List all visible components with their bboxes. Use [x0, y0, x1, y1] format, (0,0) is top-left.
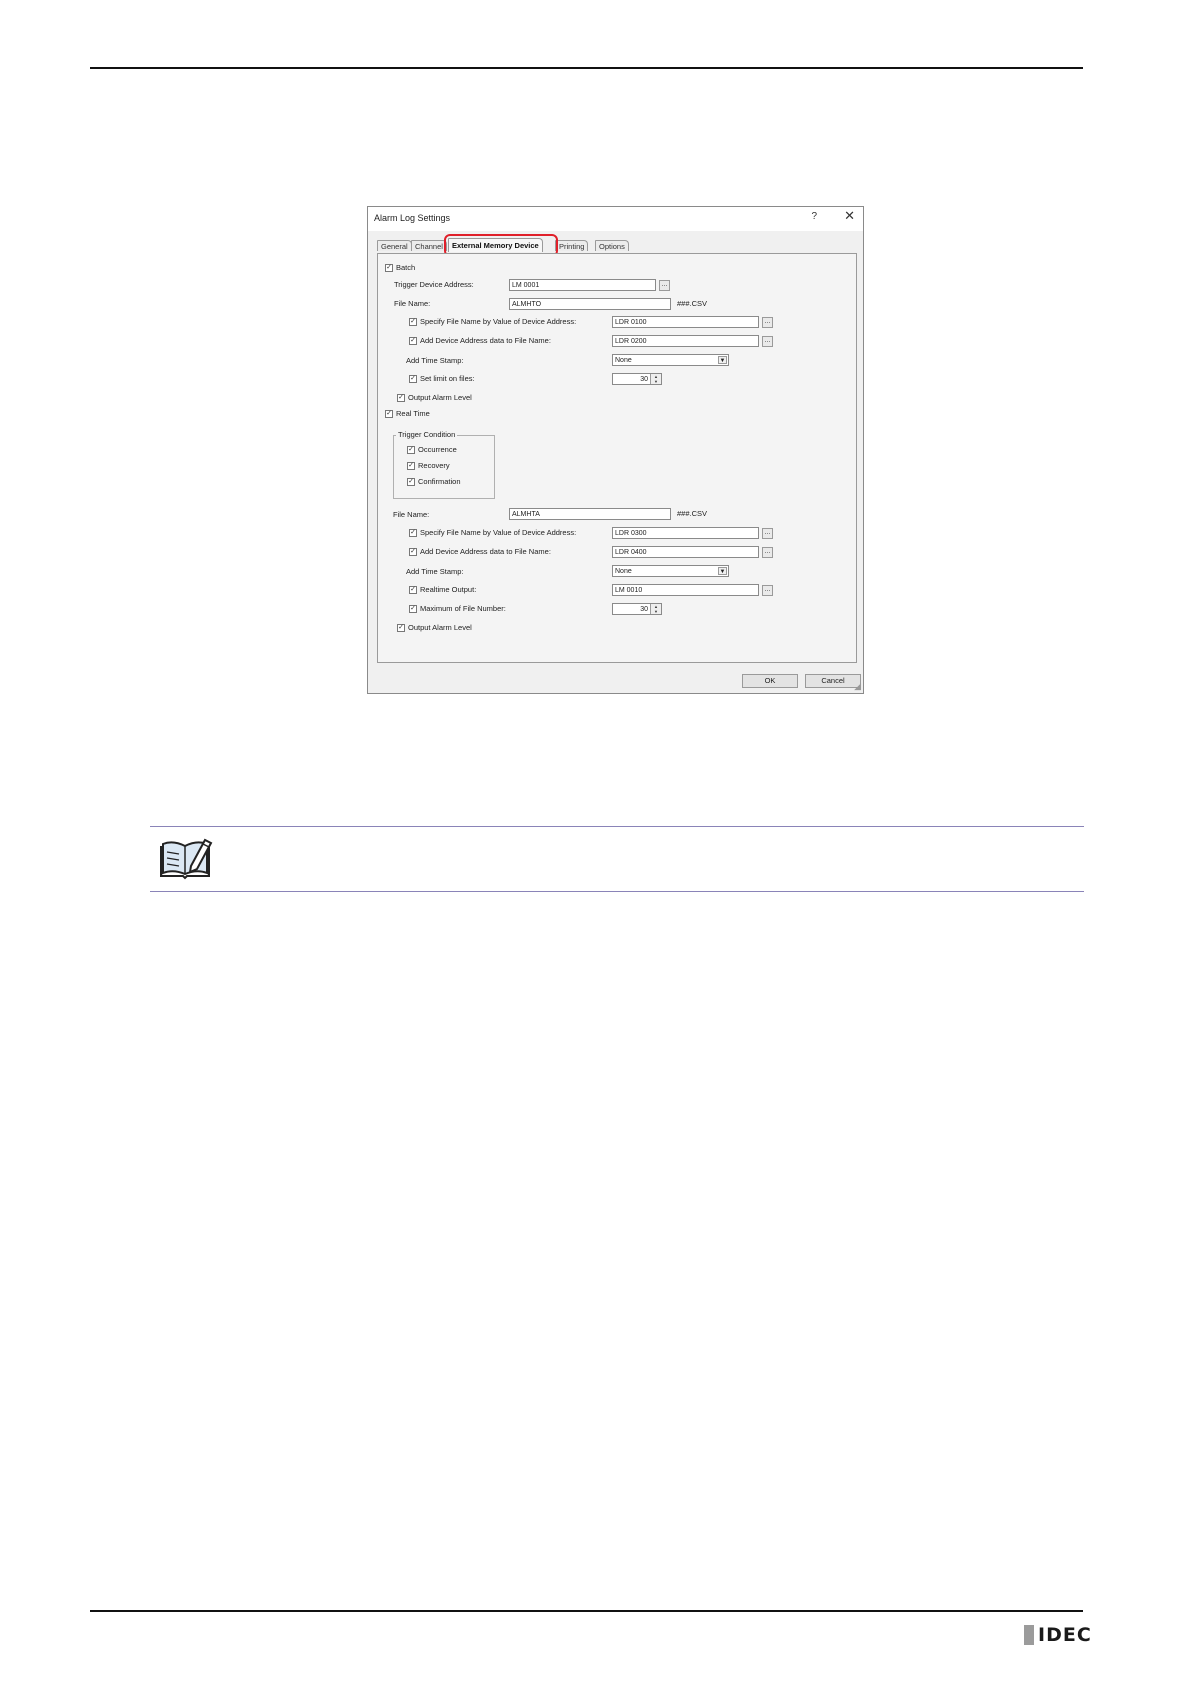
realtime-specify-browse-button[interactable]: ... — [762, 528, 773, 539]
realtime-time-stamp-select[interactable]: None ▼ — [612, 565, 729, 577]
batch-specify-label: Specify File Name by Value of Device Add… — [420, 317, 577, 326]
chevron-down-icon[interactable]: ▼ — [718, 567, 727, 575]
batch-file-suffix: ###.CSV — [677, 299, 708, 308]
batch-specify-browse-button[interactable]: ... — [762, 317, 773, 328]
help-button[interactable]: ? — [811, 211, 817, 222]
note-top-rule — [150, 826, 1084, 827]
batch-checkbox[interactable]: ✓ — [385, 264, 393, 272]
realtime-specify-input[interactable]: LDR 0300 — [612, 527, 759, 539]
note-pencil-icon — [160, 838, 213, 880]
realtime-output-checkbox[interactable]: ✓ — [409, 586, 417, 594]
chevron-down-icon[interactable]: ▼ — [718, 356, 727, 364]
realtime-output-input[interactable]: LM 0010 — [612, 584, 759, 596]
realtime-add-device-input[interactable]: LDR 0400 — [612, 546, 759, 558]
trigger-condition-title: Trigger Condition — [396, 430, 458, 440]
realtime-add-device-checkbox[interactable]: ✓ — [409, 548, 417, 556]
batch-label: Batch — [396, 263, 416, 272]
batch-limit-checkbox[interactable]: ✓ — [409, 375, 417, 383]
batch-output-level-checkbox[interactable]: ✓ — [397, 394, 405, 402]
occurrence-label: Occurrence — [418, 445, 457, 454]
realtime-checkbox[interactable]: ✓ — [385, 410, 393, 418]
dialog-title: Alarm Log Settings — [374, 213, 451, 223]
max-file-checkbox[interactable]: ✓ — [409, 605, 417, 613]
batch-add-device-checkbox[interactable]: ✓ — [409, 337, 417, 345]
trigger-device-label: Trigger Device Address: — [394, 280, 474, 289]
max-file-spinner[interactable]: 30 ▲ ▼ — [612, 603, 662, 615]
realtime-specify-checkbox[interactable]: ✓ — [409, 529, 417, 537]
realtime-time-stamp-label: Add Time Stamp: — [406, 567, 464, 576]
realtime-file-name-input[interactable]: ALMHTA — [509, 508, 671, 520]
batch-file-name-input[interactable]: ALMHTO — [509, 298, 671, 310]
batch-add-device-browse-button[interactable]: ... — [762, 336, 773, 347]
max-file-value: 30 — [640, 606, 648, 613]
confirmation-label: Confirmation — [418, 477, 461, 486]
resize-grip-icon[interactable]: ◢ — [854, 682, 861, 691]
batch-time-stamp-label: Add Time Stamp: — [406, 356, 464, 365]
confirmation-checkbox[interactable]: ✓ — [407, 478, 415, 486]
header-rule — [90, 67, 1083, 69]
recovery-label: Recovery — [418, 461, 450, 470]
occurrence-checkbox[interactable]: ✓ — [407, 446, 415, 454]
external-memory-panel: ✓ Batch Trigger Device Address: LM 0001 … — [377, 253, 857, 663]
footer-rule — [90, 1610, 1083, 1612]
realtime-time-stamp-value: None — [615, 568, 632, 575]
trigger-condition-group: Trigger Condition ✓ Occurrence ✓ Recover… — [393, 430, 495, 499]
batch-time-stamp-value: None — [615, 357, 632, 364]
logo-bar — [1024, 1625, 1034, 1645]
batch-add-device-input[interactable]: LDR 0200 — [612, 335, 759, 347]
realtime-output-browse-button[interactable]: ... — [762, 585, 773, 596]
batch-limit-spinner[interactable]: 30 ▲ ▼ — [612, 373, 662, 385]
dialog-titlebar: Alarm Log Settings ? ✕ — [368, 207, 863, 231]
batch-output-level-label: Output Alarm Level — [408, 393, 472, 402]
realtime-output-label: Realtime Output: — [420, 585, 477, 594]
batch-add-device-label: Add Device Address data to File Name: — [420, 336, 551, 345]
realtime-label: Real Time — [396, 409, 430, 418]
tab-general[interactable]: General — [377, 240, 412, 251]
batch-limit-value: 30 — [640, 376, 648, 383]
alarm-log-settings-dialog: Alarm Log Settings ? ✕ General Channel E… — [367, 206, 864, 694]
recovery-checkbox[interactable]: ✓ — [407, 462, 415, 470]
batch-limit-label: Set limit on files: — [420, 374, 475, 383]
max-file-label: Maximum of File Number: — [420, 604, 506, 613]
tab-channel[interactable]: Channel — [411, 240, 447, 251]
ok-button[interactable]: OK — [742, 674, 798, 688]
realtime-add-device-browse-button[interactable]: ... — [762, 547, 773, 558]
batch-time-stamp-select[interactable]: None ▼ — [612, 354, 729, 366]
realtime-add-device-label: Add Device Address data to File Name: — [420, 547, 551, 556]
close-icon[interactable]: ✕ — [844, 209, 855, 223]
realtime-output-level-checkbox[interactable]: ✓ — [397, 624, 405, 632]
note-bottom-rule — [150, 891, 1084, 892]
realtime-output-level-label: Output Alarm Level — [408, 623, 472, 632]
batch-specify-input[interactable]: LDR 0100 — [612, 316, 759, 328]
logo-text: IDEC — [1038, 1624, 1092, 1646]
cancel-button[interactable]: Cancel — [805, 674, 861, 688]
trigger-device-browse-button[interactable]: ... — [659, 280, 670, 291]
batch-file-name-label: File Name: — [394, 299, 431, 308]
tab-printing[interactable]: Printing — [555, 240, 589, 251]
tab-options[interactable]: Options — [595, 240, 629, 251]
spin-down-icon[interactable]: ▼ — [650, 609, 661, 614]
realtime-file-suffix: ###.CSV — [677, 509, 708, 518]
realtime-file-name-label: File Name: — [393, 510, 430, 519]
idec-logo: IDEC — [1024, 1624, 1092, 1646]
batch-specify-checkbox[interactable]: ✓ — [409, 318, 417, 326]
realtime-specify-label: Specify File Name by Value of Device Add… — [420, 528, 577, 537]
spin-down-icon[interactable]: ▼ — [650, 379, 661, 384]
trigger-device-input[interactable]: LM 0001 — [509, 279, 656, 291]
